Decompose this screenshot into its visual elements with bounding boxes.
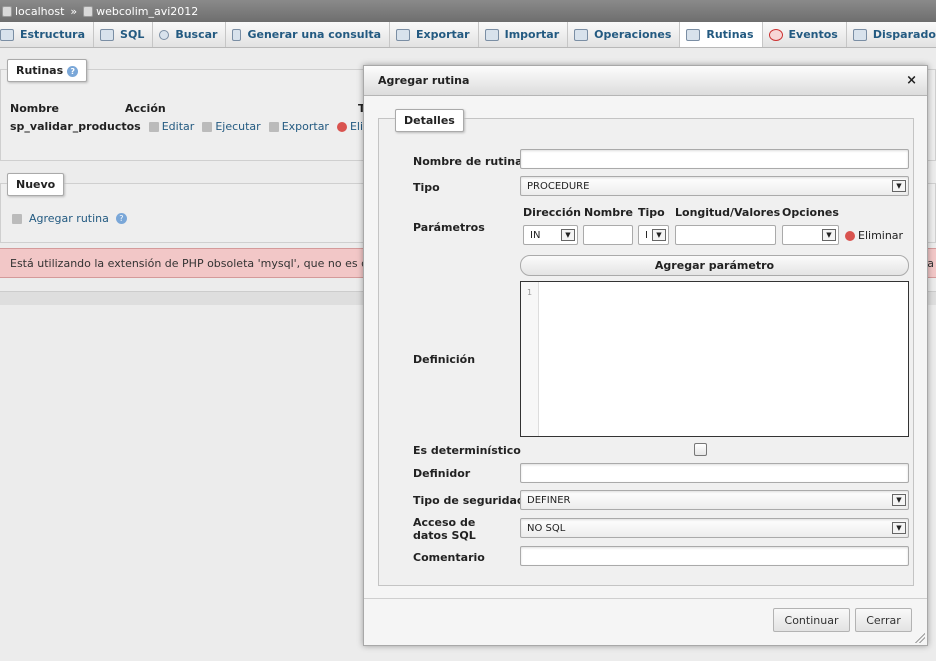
routine-name-label: Nombre de rutina	[413, 155, 523, 168]
export-link[interactable]: Exportar	[268, 120, 329, 133]
definition-label: Definición	[413, 353, 476, 366]
dialog-title: Agregar rutina	[378, 74, 470, 87]
tab-operaciones[interactable]: Operaciones	[568, 22, 681, 47]
definition-editor[interactable]: 1	[520, 281, 909, 437]
query-icon	[232, 28, 242, 41]
server-icon	[2, 5, 12, 17]
definer-field[interactable]	[520, 463, 909, 483]
param-header-length: Longitud/Valores	[675, 206, 781, 219]
chevron-down-icon: ▼	[892, 180, 906, 192]
search-icon	[159, 29, 170, 40]
routine-name-field[interactable]	[520, 149, 909, 169]
routine-name: sp_validar_productos	[10, 120, 141, 133]
help-icon[interactable]: ?	[115, 213, 127, 224]
param-length-field[interactable]	[675, 225, 776, 245]
structure-icon	[0, 28, 14, 41]
tab-rutinas[interactable]: Rutinas	[680, 22, 763, 47]
routines-icon	[686, 28, 701, 41]
pencil-icon	[148, 121, 159, 132]
col-header-name: Nombre	[10, 102, 59, 115]
chevron-down-icon: ▼	[652, 229, 666, 241]
remove-param-link[interactable]: Eliminar	[845, 229, 903, 242]
table-row: sp_validar_productos Editar Ejecutar Exp…	[10, 120, 409, 133]
add-routine-dialog: Agregar rutina × Detalles Nombre de ruti…	[363, 65, 928, 646]
dialog-titlebar: Agregar rutina ×	[364, 66, 927, 96]
deterministic-label: Es determinístico	[413, 444, 521, 457]
param-header-type: Tipo	[638, 206, 665, 219]
param-header-name: Nombre	[584, 206, 633, 219]
tab-sql[interactable]: SQL	[94, 22, 154, 47]
clock-icon	[768, 28, 783, 41]
main-tabs: Estructura SQL Buscar Generar una consul…	[0, 22, 936, 48]
breadcrumb-database[interactable]: webcolim_avi2012	[96, 5, 198, 18]
param-header-direction: Dirección	[523, 206, 581, 219]
chevron-down-icon: ▼	[561, 229, 575, 241]
param-name-field[interactable]	[583, 225, 633, 245]
sql-data-access-label: Acceso de datos SQL	[413, 516, 476, 542]
type-label: Tipo	[413, 181, 440, 194]
chevron-down-icon: ▼	[822, 229, 836, 241]
chevron-down-icon: ▼	[892, 494, 906, 506]
tab-buscar[interactable]: Buscar	[153, 22, 227, 47]
line-number-gutter: 1	[521, 282, 539, 436]
execute-link[interactable]: Ejecutar	[202, 120, 261, 133]
resize-grip-icon[interactable]	[915, 633, 925, 643]
database-icon	[83, 5, 94, 17]
add-routine-icon	[12, 213, 22, 224]
tab-importar[interactable]: Importar	[478, 22, 569, 47]
export-icon	[268, 121, 279, 132]
breadcrumb-server[interactable]: localhost	[15, 5, 64, 18]
security-type-label: Tipo de seguridad	[413, 494, 525, 507]
dialog-footer-divider	[364, 598, 927, 599]
tab-exportar[interactable]: Exportar	[390, 22, 479, 47]
tab-eventos[interactable]: Eventos	[762, 22, 847, 47]
add-routine-link[interactable]: Agregar rutina ?	[12, 212, 127, 225]
play-icon	[202, 121, 213, 132]
parameters-label: Parámetros	[413, 221, 485, 234]
breadcrumb-separator: »	[70, 4, 78, 18]
definer-label: Definidor	[413, 467, 471, 480]
edit-link[interactable]: Editar	[148, 120, 194, 133]
comment-label: Comentario	[413, 551, 485, 564]
cancel-button[interactable]: Cerrar	[855, 608, 912, 632]
tab-generar-consulta[interactable]: Generar una consulta	[226, 22, 391, 47]
col-header-action: Acción	[125, 102, 166, 115]
export-icon	[396, 28, 411, 41]
security-type-select[interactable]: DEFINER ▼	[520, 490, 909, 510]
sql-data-access-select[interactable]: NO SQL ▼	[520, 518, 909, 538]
continue-button[interactable]: Continuar	[773, 608, 850, 632]
details-legend: Detalles	[395, 109, 464, 132]
import-icon	[484, 28, 499, 41]
add-parameter-button[interactable]: Agregar parámetro	[520, 255, 909, 276]
drop-icon	[845, 230, 855, 241]
deterministic-checkbox[interactable]	[694, 443, 707, 456]
close-icon[interactable]: ×	[906, 73, 917, 88]
param-type-select[interactable]: I ▼	[638, 225, 669, 245]
details-fieldset: Detalles Nombre de rutina Tipo PROCEDURE…	[378, 109, 914, 586]
chevron-down-icon: ▼	[892, 522, 906, 534]
routines-legend: Rutinas?	[7, 59, 88, 82]
new-legend: Nuevo	[7, 173, 65, 196]
help-icon[interactable]: ?	[67, 65, 79, 77]
drop-icon	[336, 121, 347, 132]
breadcrumb: localhost » webcolim_avi2012	[0, 0, 936, 22]
sql-icon	[100, 28, 115, 41]
comment-field[interactable]	[520, 546, 909, 566]
tab-disparadores[interactable]: Disparadores	[846, 22, 936, 47]
param-header-options: Opciones	[782, 206, 839, 219]
param-options-select[interactable]: ▼	[782, 225, 839, 245]
param-direction-select[interactable]: IN ▼	[523, 225, 578, 245]
wrench-icon	[574, 28, 589, 41]
type-select[interactable]: PROCEDURE ▼	[520, 176, 909, 196]
tab-estructura[interactable]: Estructura	[0, 22, 95, 47]
triggers-icon	[852, 28, 867, 41]
